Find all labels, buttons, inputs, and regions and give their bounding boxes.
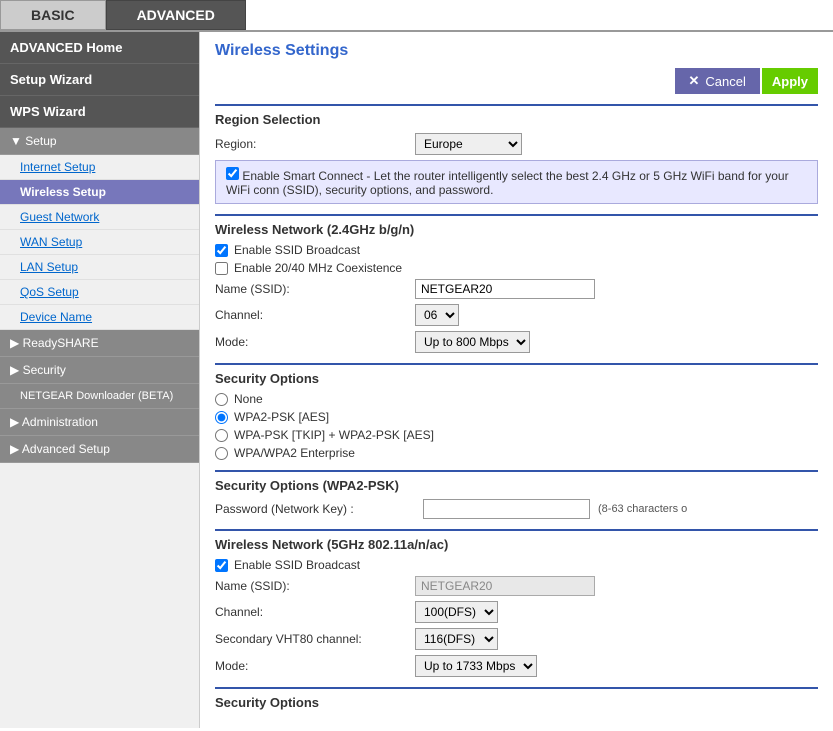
mode-5-row: Mode: Up to 1733 Mbps Up to 54 Mbps Up t… <box>215 655 818 677</box>
apply-button[interactable]: Apply <box>762 68 818 94</box>
sidebar-section-security[interactable]: ▶ Security <box>0 357 199 384</box>
smart-connect-label[interactable]: Enable Smart Connect - Let the router in… <box>226 169 789 197</box>
security-5ghz-title: Security Options <box>215 695 818 710</box>
enable-ssid-broadcast-5-label[interactable]: Enable SSID Broadcast <box>234 558 360 572</box>
enable-2040-checkbox[interactable] <box>215 262 228 275</box>
radio-none-label[interactable]: None <box>234 392 263 406</box>
sidebar-item-internet-setup[interactable]: Internet Setup <box>0 155 199 180</box>
sidebar-item-advanced-home[interactable]: ADVANCED Home <box>0 32 199 64</box>
security-options-title: Security Options <box>215 371 818 386</box>
radio-wpa-combo-row: WPA-PSK [TKIP] + WPA2-PSK [AES] <box>215 428 818 442</box>
radio-wpa-combo[interactable] <box>215 429 228 442</box>
password-hint: (8-63 characters o <box>598 503 687 515</box>
enable-2040-label[interactable]: Enable 20/40 MHz Coexistence <box>234 261 402 275</box>
sidebar: ADVANCED Home Setup Wizard WPS Wizard ▼ … <box>0 32 200 728</box>
region-select[interactable]: Europe North America Asia <box>415 133 522 155</box>
mode-24-select[interactable]: Up to 800 Mbps Up to 54 Mbps Up to 130 M… <box>415 331 530 353</box>
wireless-24ghz-divider <box>215 214 818 216</box>
ssid-24-input[interactable] <box>415 279 595 299</box>
secondary-vht80-select[interactable]: 116(DFS)364044 48100(DFS)149153 <box>415 628 498 650</box>
radio-enterprise[interactable] <box>215 447 228 460</box>
cancel-button[interactable]: ✕ Cancel <box>675 68 760 94</box>
sidebar-item-lan-setup[interactable]: LAN Setup <box>0 255 199 280</box>
sidebar-item-wan-setup[interactable]: WAN Setup <box>0 230 199 255</box>
wireless-5ghz-divider <box>215 529 818 531</box>
sidebar-section-administration[interactable]: ▶ Administration <box>0 409 199 436</box>
enable-ssid-broadcast-24-row: Enable SSID Broadcast <box>215 243 818 257</box>
ssid-5-label: Name (SSID): <box>215 579 415 593</box>
wpa2-psk-title: Security Options (WPA2-PSK) <box>215 478 818 493</box>
mode-24-row: Mode: Up to 800 Mbps Up to 54 Mbps Up to… <box>215 331 818 353</box>
radio-wpa2-psk[interactable] <box>215 411 228 424</box>
region-divider <box>215 104 818 106</box>
sidebar-item-qos-setup[interactable]: QoS Setup <box>0 280 199 305</box>
sidebar-item-device-name[interactable]: Device Name <box>0 305 199 330</box>
ssid-24-row: Name (SSID): <box>215 279 818 299</box>
sidebar-item-setup-wizard[interactable]: Setup Wizard <box>0 64 199 96</box>
radio-enterprise-label[interactable]: WPA/WPA2 Enterprise <box>234 446 355 460</box>
channel-24-row: Channel: 06010203 04050708 091011 <box>215 304 818 326</box>
wireless-5ghz-title: Wireless Network (5GHz 802.11a/n/ac) <box>215 537 818 552</box>
enable-ssid-broadcast-5-checkbox[interactable] <box>215 559 228 572</box>
content-area: Wireless Settings ✕ Cancel Apply Region … <box>200 32 833 728</box>
password-row: Password (Network Key) : (8-63 character… <box>215 499 818 519</box>
channel-24-label: Channel: <box>215 308 415 322</box>
sidebar-section-netgear-downloader[interactable]: NETGEAR Downloader (BETA) <box>0 384 199 409</box>
secondary-vht80-row: Secondary VHT80 channel: 116(DFS)364044 … <box>215 628 818 650</box>
enable-ssid-broadcast-24-checkbox[interactable] <box>215 244 228 257</box>
radio-none[interactable] <box>215 393 228 406</box>
secondary-vht80-label: Secondary VHT80 channel: <box>215 632 415 646</box>
enable-ssid-broadcast-24-label[interactable]: Enable SSID Broadcast <box>234 243 360 257</box>
enable-ssid-broadcast-5-row: Enable SSID Broadcast <box>215 558 818 572</box>
region-section-title: Region Selection <box>215 112 818 127</box>
ssid-5-row: Name (SSID): <box>215 576 818 596</box>
radio-wpa2-row: WPA2-PSK [AES] <box>215 410 818 424</box>
wpa2-psk-divider <box>215 470 818 472</box>
tab-basic[interactable]: BASIC <box>0 0 106 30</box>
sidebar-section-setup[interactable]: ▼ Setup <box>0 128 199 155</box>
radio-wpa-combo-label[interactable]: WPA-PSK [TKIP] + WPA2-PSK [AES] <box>234 428 434 442</box>
region-row: Region: Europe North America Asia <box>215 133 818 155</box>
sidebar-item-guest-network[interactable]: Guest Network <box>0 205 199 230</box>
smart-connect-checkbox[interactable] <box>226 167 239 180</box>
x-icon: ✕ <box>689 73 700 89</box>
enable-2040-row: Enable 20/40 MHz Coexistence <box>215 261 818 275</box>
radio-enterprise-row: WPA/WPA2 Enterprise <box>215 446 818 460</box>
wireless-24ghz-title: Wireless Network (2.4GHz b/g/n) <box>215 222 818 237</box>
region-label: Region: <box>215 137 415 151</box>
channel-5-select[interactable]: 100(DFS)364044 48116(DFS)149153 <box>415 601 498 623</box>
top-tab-bar: BASIC ADVANCED <box>0 0 833 32</box>
security-5ghz-divider <box>215 687 818 689</box>
smart-connect-box: Enable Smart Connect - Let the router in… <box>215 160 818 204</box>
radio-wpa2-label[interactable]: WPA2-PSK [AES] <box>234 410 329 424</box>
sidebar-section-readyshare[interactable]: ▶ ReadySHARE <box>0 330 199 357</box>
radio-none-row: None <box>215 392 818 406</box>
page-title: Wireless Settings <box>215 42 818 60</box>
cancel-bar: ✕ Cancel Apply <box>215 68 818 94</box>
channel-5-label: Channel: <box>215 605 415 619</box>
main-layout: ADVANCED Home Setup Wizard WPS Wizard ▼ … <box>0 32 833 728</box>
mode-5-select[interactable]: Up to 1733 Mbps Up to 54 Mbps Up to 300 … <box>415 655 537 677</box>
cancel-label: Cancel <box>705 74 745 89</box>
mode-5-label: Mode: <box>215 659 415 673</box>
sidebar-item-wireless-setup[interactable]: Wireless Setup <box>0 180 199 205</box>
channel-24-select[interactable]: 06010203 04050708 091011 <box>415 304 459 326</box>
sidebar-section-advanced-setup[interactable]: ▶ Advanced Setup <box>0 436 199 463</box>
ssid-5-input[interactable] <box>415 576 595 596</box>
password-input[interactable] <box>423 499 590 519</box>
security-divider <box>215 363 818 365</box>
tab-advanced[interactable]: ADVANCED <box>106 0 246 30</box>
mode-24-label: Mode: <box>215 335 415 349</box>
ssid-24-label: Name (SSID): <box>215 282 415 296</box>
channel-5-row: Channel: 100(DFS)364044 48116(DFS)149153 <box>215 601 818 623</box>
password-label: Password (Network Key) : <box>215 502 415 516</box>
sidebar-item-wps-wizard[interactable]: WPS Wizard <box>0 96 199 128</box>
smart-connect-text: Enable Smart Connect - Let the router in… <box>226 169 789 197</box>
